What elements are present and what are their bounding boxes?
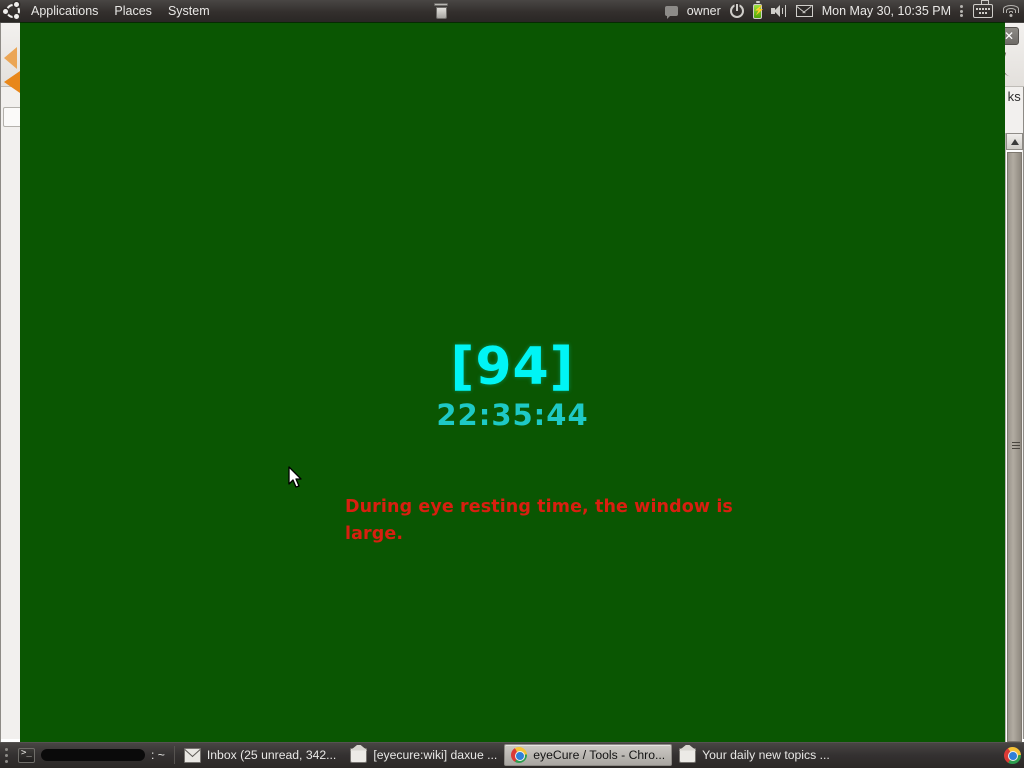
taskbar-item-label: Inbox (25 unread, 342... — [206, 748, 337, 762]
menu-applications[interactable]: Applications — [23, 0, 106, 22]
mail-icon[interactable] — [795, 5, 813, 17]
chat-icon[interactable] — [664, 6, 678, 19]
taskbar-item-label: Your daily new topics ... — [702, 748, 830, 762]
mail-closed-icon — [183, 747, 201, 763]
scroll-up-button[interactable] — [1006, 133, 1023, 150]
scrollbar-grip-icon — [1012, 442, 1020, 452]
taskbar-item-label: : ~ — [151, 748, 165, 762]
mouse-cursor — [288, 466, 304, 490]
rest-message: During eye resting time, the window is l… — [345, 497, 733, 544]
taskbar-grip-icon[interactable] — [1, 745, 11, 765]
wifi-icon[interactable] — [1002, 4, 1020, 18]
scrollbar-thumb[interactable] — [1007, 152, 1022, 742]
taskbar-item-label: [eyecure:wiki] daxue ... — [373, 748, 498, 762]
keyboard-icon[interactable] — [973, 0, 993, 18]
battery-icon[interactable] — [752, 0, 762, 19]
back-arrow-icon[interactable] — [4, 71, 20, 93]
taskbar: : ~ Inbox (25 unread, 342... [eyecure:wi… — [0, 742, 1024, 768]
taskbar-item-daily-topics[interactable]: Your daily new topics ... — [672, 744, 837, 766]
taskbar-separator — [173, 746, 175, 764]
timer-block: [94] 22:35:44 — [20, 338, 1005, 432]
trash-icon[interactable] — [433, 3, 449, 19]
taskbar-item-eyecure-tools[interactable]: eyeCure / Tools - Chro... — [504, 744, 673, 766]
taskbar-tray — [1001, 746, 1024, 764]
bookmarks-label[interactable]: ks — [1008, 89, 1021, 104]
terminal-icon — [18, 747, 35, 763]
session-counter: [94] — [450, 337, 575, 397]
power-icon[interactable] — [729, 4, 744, 18]
mail-open-icon — [679, 747, 697, 763]
redacted-title — [41, 749, 145, 761]
top-panel-tray: owner Mon May 30, 10:35 PM — [664, 0, 1024, 19]
chrome-icon — [511, 747, 528, 763]
mail-open-icon — [350, 747, 368, 763]
taskbar-item-terminal[interactable]: : ~ — [11, 744, 172, 766]
overflow-menu-icon[interactable] — [960, 3, 964, 19]
taskbar-item-eyecure-wiki[interactable]: [eyecure:wiki] daxue ... — [343, 744, 504, 766]
top-panel: Applications Places System owner Mon May… — [0, 0, 1024, 22]
eyecure-overlay-window[interactable]: [94] 22:35:44 During eye resting time, t… — [20, 22, 1005, 742]
vertical-scrollbar[interactable] — [1005, 133, 1023, 765]
panel-clock[interactable]: Mon May 30, 10:35 PM — [822, 4, 951, 18]
forward-arrow-icon[interactable] — [4, 47, 17, 69]
ubuntu-logo-icon[interactable] — [3, 1, 23, 21]
menu-system[interactable]: System — [160, 0, 218, 22]
volume-icon[interactable] — [770, 4, 787, 18]
taskbar-item-label: eyeCure / Tools - Chro... — [533, 748, 666, 762]
desktop-screen: ✕ ks Wa [94] 22:35:44 During eye resting… — [0, 0, 1024, 768]
menu-places[interactable]: Places — [106, 0, 160, 22]
countdown-clock: 22:35:44 — [436, 398, 589, 432]
username-label[interactable]: owner — [687, 4, 721, 18]
chrome-icon[interactable] — [1004, 746, 1021, 764]
taskbar-item-inbox[interactable]: Inbox (25 unread, 342... — [177, 744, 343, 766]
